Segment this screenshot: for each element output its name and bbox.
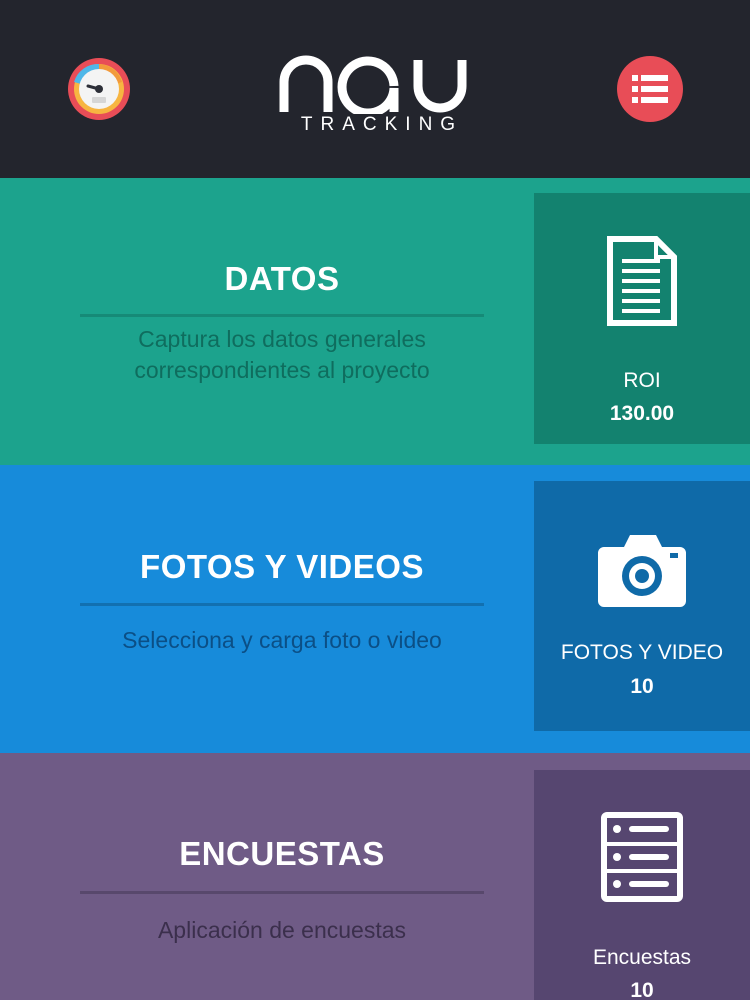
logo-wordmark xyxy=(279,55,467,114)
section-title: ENCUESTAS xyxy=(179,835,385,872)
dashboard-button[interactable] xyxy=(66,56,132,122)
nau-tracking-logo: TRACKING xyxy=(270,50,480,140)
menu-button[interactable] xyxy=(617,56,683,122)
card-value: 10 xyxy=(630,979,654,1000)
card-label: FOTOS Y VIDEO xyxy=(560,641,724,664)
speedometer-icon xyxy=(68,58,130,120)
card-value: 130.00 xyxy=(609,402,675,425)
card-value: 10 xyxy=(630,675,654,698)
section-description: Aplicación de encuestas xyxy=(157,917,407,943)
section-divider xyxy=(80,891,484,894)
roi-card[interactable]: ROI 130.00 xyxy=(534,193,750,444)
logo-subtitle: TRACKING xyxy=(300,114,464,135)
camera-icon xyxy=(598,535,686,607)
server-list-icon xyxy=(601,812,683,902)
card-icon-wrap xyxy=(534,533,750,609)
media-card[interactable]: FOTOS Y VIDEO 10 xyxy=(534,481,750,731)
section-title: DATOS xyxy=(224,260,340,297)
card-label: ROI xyxy=(623,369,661,392)
section-description: Captura los datos generales correspondie… xyxy=(134,326,430,383)
card-icon-wrap xyxy=(534,812,750,902)
card-label: Encuestas xyxy=(592,946,692,969)
list-menu-icon xyxy=(632,75,668,103)
section-encuestas[interactable]: ENCUESTAS Aplicación de encuestas Encues… xyxy=(0,753,750,1000)
section-divider xyxy=(80,314,484,317)
app-header: TRACKING xyxy=(0,0,750,178)
section-description: Selecciona y carga foto o video xyxy=(122,627,442,653)
section-datos[interactable]: DATOS Captura los datos generales corres… xyxy=(0,178,750,465)
section-fotos-videos[interactable]: FOTOS Y VIDEOS Selecciona y carga foto o… xyxy=(0,465,750,753)
card-icon-wrap xyxy=(534,235,750,327)
section-title: FOTOS Y VIDEOS xyxy=(140,548,424,585)
section-divider xyxy=(80,603,484,606)
surveys-card[interactable]: Encuestas 10 xyxy=(534,770,750,1000)
document-icon xyxy=(607,236,677,326)
